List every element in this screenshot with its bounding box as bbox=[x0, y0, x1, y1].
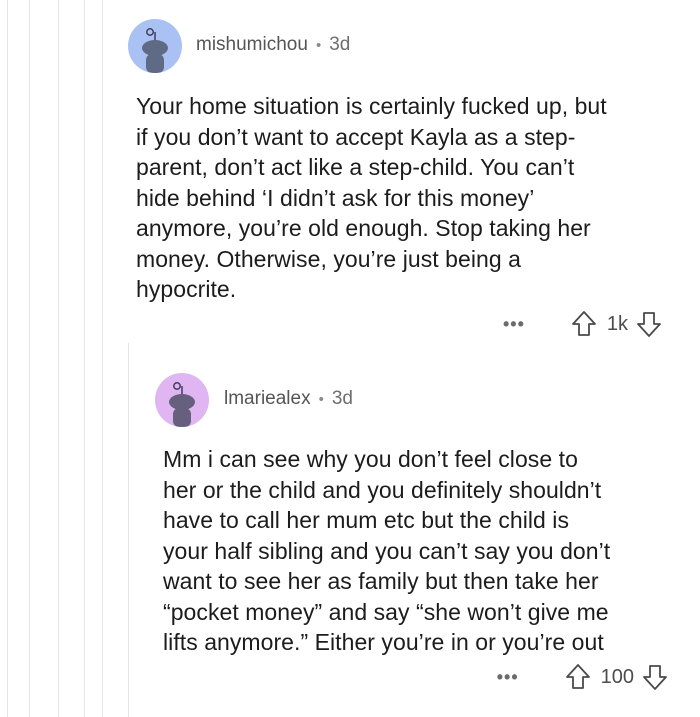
comment-age: 3d bbox=[331, 388, 353, 409]
comment-author[interactable]: mishumichou bbox=[196, 34, 308, 56]
comment-body: Mm i can see why you don’t feel close to… bbox=[163, 446, 611, 655]
comment-meta: lmariealex • 3d bbox=[224, 388, 353, 410]
snoo-avatar-icon[interactable] bbox=[155, 373, 209, 427]
snoo-avatar-icon[interactable] bbox=[128, 19, 182, 73]
comment-author[interactable]: lmariealex bbox=[224, 388, 311, 410]
reply-thread-line[interactable] bbox=[128, 343, 129, 717]
comment-actions: ••• 100 bbox=[497, 662, 668, 692]
downvote-arrow-icon[interactable] bbox=[642, 663, 668, 691]
more-options-icon[interactable]: ••• bbox=[503, 314, 525, 335]
meta-separator: • bbox=[315, 36, 322, 54]
meta-separator: • bbox=[318, 390, 324, 408]
vote-score: 1k bbox=[606, 312, 628, 335]
comment-meta: mishumichou • 3d bbox=[196, 34, 350, 56]
thread-line bbox=[84, 0, 85, 717]
comment-actions: ••• 1k bbox=[503, 309, 662, 339]
thread-line bbox=[58, 0, 59, 717]
comment-age: 3d bbox=[329, 34, 351, 55]
more-options-icon[interactable]: ••• bbox=[497, 667, 519, 688]
upvote-arrow-icon[interactable] bbox=[571, 310, 597, 338]
thread-line bbox=[29, 0, 30, 717]
thread-line bbox=[102, 0, 103, 717]
downvote-arrow-icon[interactable] bbox=[636, 310, 662, 338]
thread-line bbox=[7, 0, 8, 717]
upvote-arrow-icon[interactable] bbox=[565, 663, 591, 691]
vote-score: 100 bbox=[600, 665, 634, 688]
comment-body: Your home situation is certainly fucked … bbox=[136, 93, 607, 302]
